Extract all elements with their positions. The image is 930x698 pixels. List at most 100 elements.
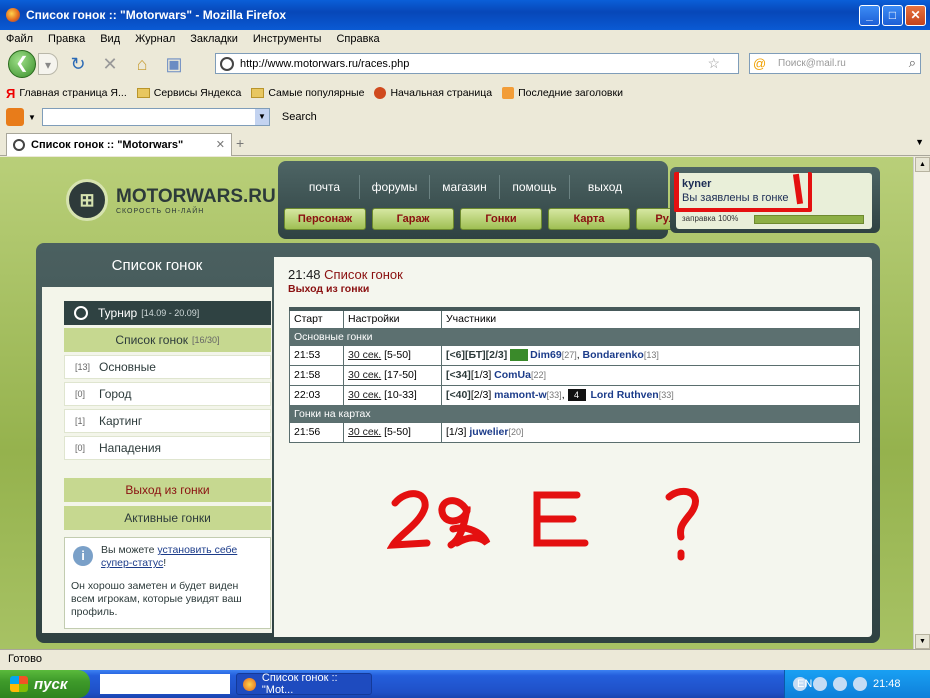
back-button[interactable]: ❮ (8, 50, 36, 78)
taskbar-firefox-item[interactable]: Список гонок :: "Mot... (236, 672, 372, 696)
bookmark-getting-started[interactable]: Начальная страница (374, 87, 492, 99)
race-start: 21:53 (289, 344, 344, 366)
category-attacks[interactable]: [0] Нападения (64, 436, 271, 460)
history-dropdown-icon[interactable]: ▾ (38, 53, 58, 75)
bookmark-yandex-home[interactable]: Я Главная страница Я... (6, 86, 127, 101)
super-status-info: i Вы можете установить себе супер-статус… (64, 537, 271, 629)
bookmark-label: Начальная страница (390, 87, 493, 99)
nav-mail[interactable]: почта (290, 175, 360, 199)
addon-icon[interactable]: ▣ (162, 52, 186, 76)
vertical-scrollbar[interactable]: ▲ ▼ (913, 157, 930, 649)
table-row: 21:53 30 сек. [5-50] [<6][БТ][2/3] Dim69… (289, 344, 860, 366)
exit-race-link[interactable]: Выход из гонки (288, 283, 369, 295)
race-range: [10-33] (384, 389, 417, 401)
bookmark-most-visited[interactable]: Самые популярные (251, 87, 364, 99)
garage-button[interactable]: Гараж (372, 208, 454, 230)
search-magnifier-icon[interactable]: ⌕ (909, 55, 916, 71)
yandex-icon: Я (6, 85, 16, 101)
nav-forums[interactable]: форумы (360, 175, 430, 199)
menu-tournament[interactable]: Турнир [14.09 - 20.09] (64, 301, 271, 325)
firefox-icon (243, 677, 256, 691)
window-title: Список гонок :: "Motorwars" - Mozilla Fi… (26, 8, 287, 22)
race-time-link[interactable]: 30 сек. (348, 369, 381, 381)
player-link[interactable]: Bondarenko (583, 349, 644, 361)
category-label: Основные (99, 360, 156, 374)
race-tag: [<34] (446, 369, 471, 381)
player-link[interactable]: Lord Ruthven (590, 389, 658, 401)
url-text: http://www.motorwars.ru/races.php (240, 57, 410, 70)
bookmark-star-icon[interactable]: ☆ (707, 55, 720, 72)
player-link[interactable]: juwelier (469, 426, 508, 438)
menu-edit[interactable]: Правка (48, 33, 85, 45)
category-main[interactable]: [13] Основные (64, 355, 271, 379)
red-annotation-box (674, 172, 812, 212)
nav-help[interactable]: помощь (500, 175, 570, 199)
new-tab-button[interactable]: + (236, 135, 244, 151)
tab-races[interactable]: Список гонок :: "Motorwars" ✕ (6, 133, 232, 156)
tab-close-icon[interactable]: ✕ (216, 138, 225, 151)
player-link[interactable]: mamont-w (494, 389, 547, 401)
tray-icon[interactable] (833, 677, 847, 691)
race-time-link[interactable]: 30 сек. (348, 426, 381, 438)
menu-tools[interactable]: Инструменты (253, 33, 322, 45)
race-range: [5-50] (384, 426, 411, 438)
active-races-button[interactable]: Активные гонки (64, 506, 271, 530)
toolbar-logo-icon[interactable] (6, 108, 24, 126)
maximize-button[interactable]: □ (882, 5, 903, 26)
search-toolbar: ▼ ▼ Search (0, 106, 930, 128)
scroll-up-icon[interactable]: ▲ (915, 157, 930, 172)
tray-icon[interactable] (813, 677, 827, 691)
folder-icon (251, 88, 265, 98)
race-range: [17-50] (384, 369, 417, 381)
site-logo[interactable]: ⊞ MOTORWARS.RU СКОРОСТЬ ОН-ЛАЙН (66, 179, 276, 221)
race-slots: [1/3] (446, 426, 467, 438)
search-input[interactable]: @ Поиск@mail.ru ⌕ (749, 53, 921, 74)
map-button[interactable]: Карта (548, 208, 630, 230)
category-karting[interactable]: [1] Картинг (64, 409, 271, 433)
scroll-down-icon[interactable]: ▼ (915, 634, 930, 649)
menu-history[interactable]: Журнал (135, 33, 175, 45)
nav-shop[interactable]: магазин (430, 175, 500, 199)
menu-file[interactable]: Файл (6, 33, 33, 45)
site-favicon-icon (13, 139, 25, 151)
tray-icon[interactable] (853, 677, 867, 691)
motorwars-logo-icon: ⊞ (66, 179, 108, 221)
language-indicator[interactable]: EN (797, 678, 812, 690)
toolbar-search-input[interactable]: ▼ (41, 108, 270, 126)
menu-bookmarks[interactable]: Закладки (190, 33, 238, 45)
tab-list-icon[interactable]: ▼ (915, 137, 924, 147)
player-link[interactable]: Dim69 (530, 349, 562, 361)
category-city[interactable]: [0] Город (64, 382, 271, 406)
toolbar-dropdown-icon[interactable]: ▼ (28, 113, 36, 122)
menu-race-list[interactable]: Список гонок [16/30] (64, 328, 271, 352)
character-button[interactable]: Персонаж (284, 208, 366, 230)
close-button[interactable]: ✕ (905, 5, 926, 26)
race-time-link[interactable]: 30 сек. (348, 349, 381, 361)
start-button[interactable]: пуск (0, 670, 90, 698)
bookmark-latest-headlines[interactable]: Последние заголовки (502, 87, 623, 99)
toolbar-search-button[interactable]: Search (282, 111, 317, 123)
folder-icon (136, 88, 150, 98)
player-link[interactable]: ComUa (494, 369, 531, 381)
race-range: [5-50] (384, 349, 411, 361)
menu-help[interactable]: Справка (336, 33, 379, 45)
category-label: Картинг (99, 414, 143, 428)
nav-logout[interactable]: выход (570, 175, 640, 199)
url-bar[interactable]: http://www.motorwars.ru/races.php ☆ (215, 53, 739, 74)
race-start: 22:03 (289, 384, 344, 406)
races-button[interactable]: Гонки (460, 208, 542, 230)
chevron-down-icon[interactable]: ▼ (254, 109, 269, 125)
bookmark-yandex-services[interactable]: Сервисы Яндекса (136, 87, 241, 99)
race-time-link[interactable]: 30 сек. (348, 389, 381, 401)
table-row: 21:56 30 сек. [5-50] [1/3] juwelier[20] (289, 421, 860, 443)
home-icon[interactable]: ⌂ (130, 52, 154, 76)
left-column: Список гонок Турнир [14.09 - 20.09] Спис… (42, 249, 272, 637)
stop-icon[interactable]: ✕ (98, 52, 122, 76)
exit-race-button[interactable]: Выход из гонки (64, 478, 271, 502)
left-title: Список гонок (111, 257, 203, 274)
race-list-label: Список гонок (115, 333, 189, 347)
col-participants: Участники (441, 307, 860, 329)
reload-icon[interactable]: ↻ (66, 52, 90, 76)
minimize-button[interactable]: _ (859, 5, 880, 26)
menu-view[interactable]: Вид (100, 33, 120, 45)
